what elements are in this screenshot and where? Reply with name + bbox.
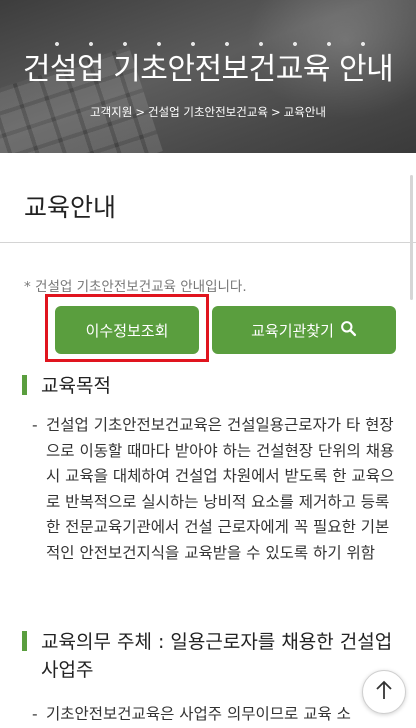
- arrow-up-icon: [374, 679, 394, 705]
- find-institution-button[interactable]: 교육기관찾기: [212, 306, 396, 354]
- list-item-text: 기초안전보건교육은 사업주 의무이므로 교육 소: [46, 705, 351, 723]
- section-heading-obligation: 교육의무 주체 : 일용근로자를 채용한 건설업 사업주: [22, 628, 400, 684]
- breadcrumb: 고객지원 > 건설업 기초안전보건교육 > 교육안내: [0, 104, 416, 120]
- section-heading-text: 교육목적: [41, 375, 111, 397]
- hero-banner: 건설업 기초안전보건교육 안내 고객지원 > 건설업 기초안전보건교육 > 교육안내: [0, 0, 416, 153]
- breadcrumb-separator: >: [135, 105, 145, 119]
- title-divider: [0, 242, 416, 243]
- hero-title: 건설업 기초안전보건교육 안내: [22, 52, 394, 87]
- breadcrumb-item-support[interactable]: 고객지원: [90, 105, 132, 119]
- section-marker: [22, 375, 27, 395]
- intro-text: * 건설업 기초안전보건교육 안내입니다.: [24, 279, 247, 295]
- section-heading-purpose: 교육목적: [22, 372, 111, 400]
- completion-info-button[interactable]: 이수정보조회: [55, 306, 199, 354]
- breadcrumb-item-current: 교육안내: [283, 105, 326, 119]
- scrollbar[interactable]: [410, 175, 413, 300]
- breadcrumb-separator: >: [271, 105, 281, 119]
- section-heading-text: 교육의무 주체 : 일용근로자를 채용한 건설업 사업주: [41, 631, 393, 681]
- list-item: - 건설업 기초안전보건교육은 건설일용근로자가 타 현장으로 이동할 때마다 …: [32, 413, 398, 566]
- completion-info-label: 이수정보조회: [85, 321, 169, 340]
- search-icon: [340, 320, 357, 341]
- section-marker: [22, 631, 27, 651]
- scroll-to-top-button[interactable]: [362, 670, 406, 714]
- find-institution-label: 교육기관찾기: [251, 321, 334, 340]
- list-item-text: 건설업 기초안전보건교육은 건설일용근로자가 타 현장으로 이동할 때마다 받아…: [46, 416, 395, 562]
- page-title: 교육안내: [24, 193, 117, 222]
- breadcrumb-item-construction-safety[interactable]: 건설업 기초안전보건교육: [148, 105, 268, 119]
- list-item: - 기초안전보건교육은 사업주 의무이므로 교육 소: [32, 702, 398, 728]
